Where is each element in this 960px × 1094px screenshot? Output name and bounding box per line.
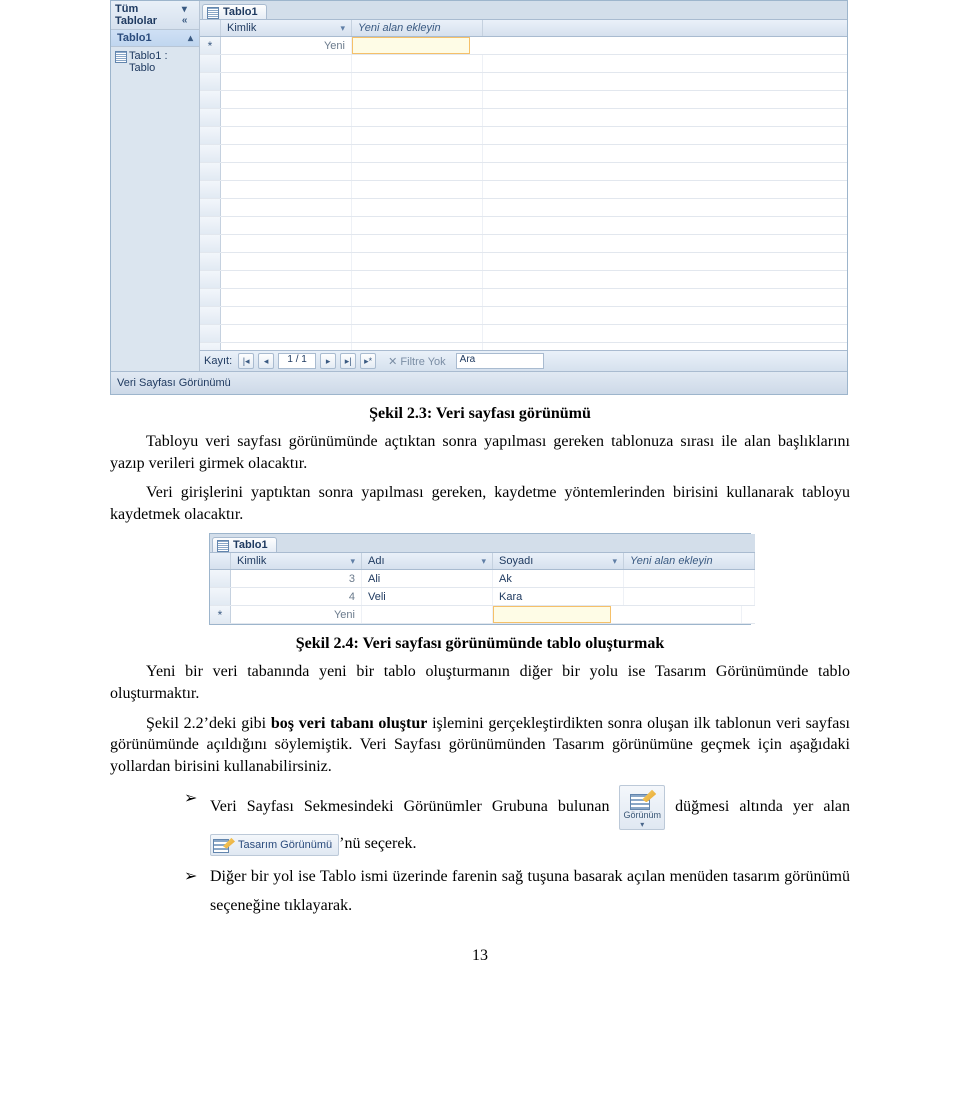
- figure-caption-1: Şekil 2.3: Veri sayfası görünümü: [110, 405, 850, 423]
- row-selector-icon[interactable]: *: [200, 37, 221, 54]
- screenshot-access-datasheet: Tüm Tablolar ▾ « Tablo1 ▴ Tablo1 : Tablo…: [110, 0, 848, 395]
- new-row[interactable]: * Yeni: [200, 37, 847, 55]
- text: Şekil 2.2’deki gibi: [146, 715, 271, 732]
- text-bold: boş veri tabanı oluştur: [271, 715, 427, 732]
- cell-soyadi[interactable]: Kara: [493, 588, 624, 605]
- paragraph-1: Tabloyu veri sayfası görünümünde açtıkta…: [110, 431, 850, 474]
- new-row[interactable]: * Yeni: [210, 606, 755, 624]
- table-row[interactable]: 3 Ali Ak: [210, 570, 755, 588]
- tasarim-label: Tasarım Görünümü: [238, 839, 332, 851]
- document-tabs: Tablo1: [210, 534, 755, 553]
- text: Veri Sayfası Sekmesindeki Görünümler Gru…: [210, 799, 619, 816]
- nav-label: Kayıt:: [204, 355, 232, 367]
- column-soyadi[interactable]: Soyadı ▾: [493, 553, 624, 569]
- bullet-item-1: Veri Sayfası Sekmesindeki Görünümler Gru…: [184, 785, 850, 859]
- column-label: Kimlik: [237, 555, 266, 567]
- column-add-new[interactable]: Yeni alan ekleyin: [352, 20, 483, 36]
- dropdown-icon[interactable]: ▾: [481, 556, 486, 567]
- column-label: Adı: [368, 555, 385, 567]
- column-label: Soyadı: [499, 555, 533, 567]
- cell-kimlik[interactable]: Yeni: [221, 37, 352, 54]
- nav-pane-title: Tüm Tablolar: [115, 3, 182, 27]
- nav-position[interactable]: 1 / 1: [278, 353, 316, 369]
- cell-active[interactable]: [493, 606, 611, 623]
- column-adi[interactable]: Adı ▾: [362, 553, 493, 569]
- paragraph-4: Şekil 2.2’deki gibi boş veri tabanı oluş…: [110, 713, 850, 778]
- chevron-down-icon[interactable]: ▾ «: [182, 4, 195, 26]
- status-bar: Veri Sayfası Görünümü: [111, 371, 847, 394]
- tab-tablo1[interactable]: Tablo1: [202, 4, 267, 19]
- text: ’nü seçerek.: [339, 835, 416, 852]
- nav-next-button[interactable]: ▸: [320, 353, 336, 369]
- filter-status[interactable]: ✕ Filtre Yok: [388, 355, 446, 368]
- cell-id[interactable]: 4: [231, 588, 362, 605]
- cell-soyadi[interactable]: Ak: [493, 570, 624, 587]
- gorunum-label: Görünüm: [623, 810, 661, 820]
- table-row[interactable]: 4 Veli Kara: [210, 588, 755, 606]
- bullet-list: Veri Sayfası Sekmesindeki Görünümler Gru…: [110, 785, 850, 920]
- gorunum-icon: [628, 788, 656, 810]
- nav-prev-button[interactable]: ◂: [258, 353, 274, 369]
- nav-pane-header[interactable]: Tüm Tablolar ▾ «: [111, 1, 199, 30]
- nav-item-table[interactable]: Tablo1 : Tablo: [111, 47, 199, 77]
- design-view-icon: [213, 837, 235, 853]
- document-tabs: Tablo1: [200, 1, 847, 20]
- dropdown-icon[interactable]: ▾: [350, 556, 355, 567]
- datasheet-header: Kimlik ▾ Adı ▾ Soyadı ▾ Yeni alan ekleyi…: [210, 553, 755, 570]
- row-selector[interactable]: [210, 570, 231, 587]
- cell-id[interactable]: 3: [231, 570, 362, 587]
- cell-kimlik[interactable]: Yeni: [231, 606, 362, 623]
- dropdown-icon[interactable]: ▾: [612, 556, 617, 567]
- paragraph-2: Veri girişlerini yaptıktan sonra yapılma…: [110, 482, 850, 525]
- row-selector[interactable]: [210, 588, 231, 605]
- gorunum-button[interactable]: Görünüm ▾: [619, 785, 665, 830]
- datasheet-body[interactable]: 3 Ali Ak 4 Veli Kara * Yeni: [210, 570, 755, 624]
- cell-empty[interactable]: [611, 606, 742, 623]
- nav-last-button[interactable]: ▸|: [340, 353, 356, 369]
- page-number: 13: [110, 947, 850, 965]
- dropdown-icon[interactable]: ▾: [340, 23, 345, 34]
- nav-new-button[interactable]: ▸*: [360, 353, 376, 369]
- dropdown-icon: ▾: [623, 821, 661, 829]
- screenshot-access-table-create: Tablo1 Kimlik ▾ Adı ▾ Soyadı ▾ Yeni alan…: [209, 533, 751, 625]
- datasheet-header: Kimlik ▾ Yeni alan ekleyin: [200, 20, 847, 37]
- cell-adi[interactable]: Veli: [362, 588, 493, 605]
- nav-pane: Tüm Tablolar ▾ « Tablo1 ▴ Tablo1 : Tablo: [111, 1, 200, 371]
- cell-empty[interactable]: [362, 606, 493, 623]
- row-selector-icon[interactable]: *: [210, 606, 231, 623]
- nav-group[interactable]: Tablo1 ▴: [111, 30, 199, 47]
- column-add-new[interactable]: Yeni alan ekleyin: [624, 553, 755, 569]
- nav-group-label: Tablo1: [117, 32, 152, 44]
- figure-caption-2: Şekil 2.4: Veri sayfası görünümünde tabl…: [110, 635, 850, 653]
- column-label: Kimlik: [227, 22, 256, 34]
- tasarim-gorunumu-button[interactable]: Tasarım Görünümü: [210, 834, 339, 856]
- cell-new-active[interactable]: [352, 37, 470, 54]
- cell-adi[interactable]: Ali: [362, 570, 493, 587]
- select-all-corner[interactable]: [210, 553, 231, 569]
- tab-tablo1[interactable]: Tablo1: [212, 537, 277, 552]
- bullet-item-2: Diğer bir yol ise Tablo ismi üzerinde fa…: [184, 863, 850, 921]
- datasheet-body[interactable]: * Yeni: [200, 37, 847, 350]
- paragraph-3: Yeni bir veri tabanında yeni bir tablo o…: [110, 661, 850, 704]
- cell-empty[interactable]: [624, 588, 755, 605]
- column-kimlik[interactable]: Kimlik ▾: [231, 553, 362, 569]
- chevron-up-icon[interactable]: ▴: [188, 33, 193, 44]
- column-kimlik[interactable]: Kimlik ▾: [221, 20, 352, 36]
- select-all-corner[interactable]: [200, 20, 221, 36]
- nav-first-button[interactable]: |◂: [238, 353, 254, 369]
- cell-empty[interactable]: [624, 570, 755, 587]
- record-navigator: Kayıt: |◂ ◂ 1 / 1 ▸ ▸| ▸* ✕ Filtre Yok A…: [200, 350, 847, 371]
- text: düğmesi altında yer alan: [675, 799, 850, 816]
- search-box[interactable]: Ara: [456, 353, 544, 369]
